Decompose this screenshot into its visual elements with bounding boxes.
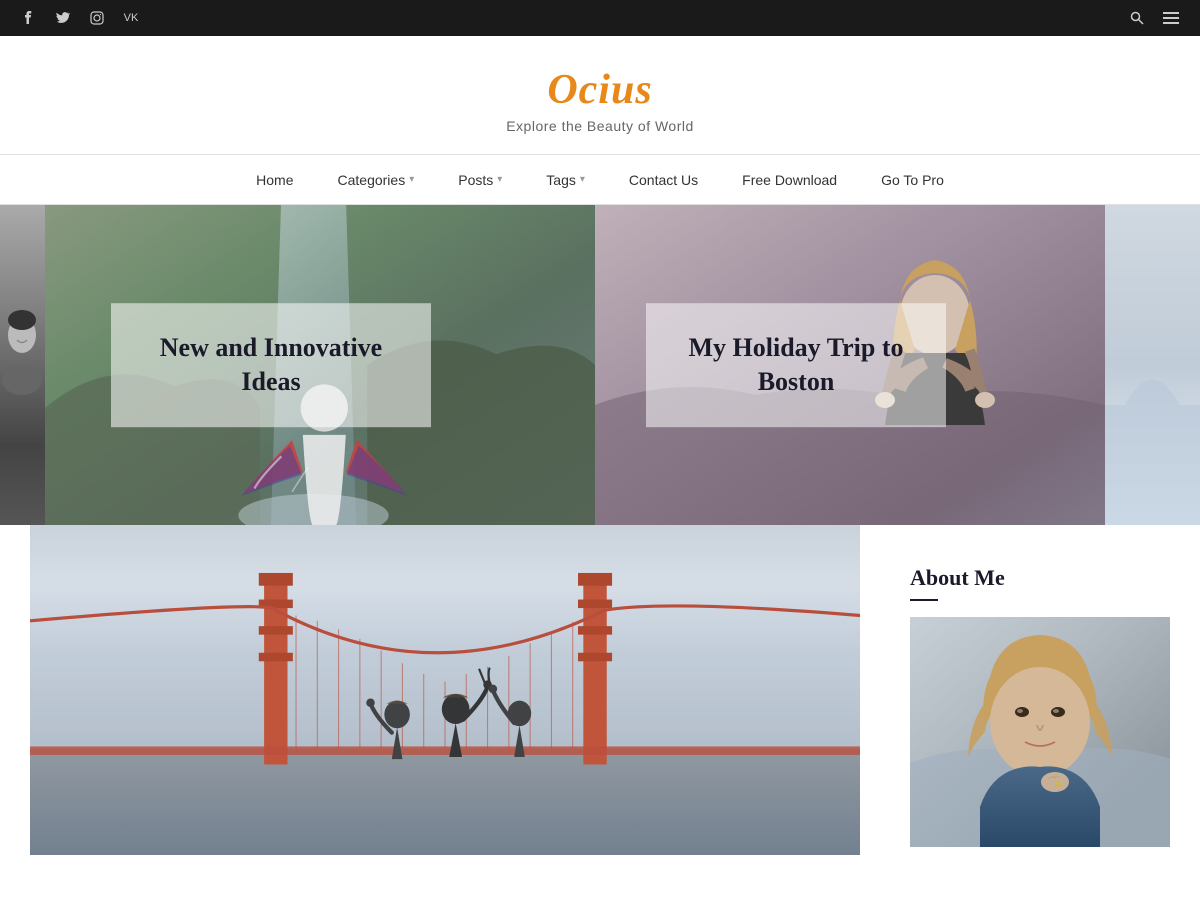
hero-far-right-panel — [1105, 205, 1200, 525]
main-nav: Home Categories ▾ Posts ▾ Tags ▾ Contact… — [0, 155, 1200, 205]
menu-icon[interactable] — [1162, 9, 1180, 27]
hero-right-panel[interactable]: My Holiday Trip to Boston — [595, 205, 1105, 525]
chevron-down-icon: ▾ — [580, 174, 585, 185]
about-me-underline — [910, 599, 938, 601]
nav-item-free-download: Free Download — [720, 155, 859, 205]
twitter-icon[interactable] — [54, 9, 72, 27]
hero-section: New and Innovative Ideas — [0, 205, 1200, 525]
top-bar: VK — [0, 0, 1200, 36]
hero-slide-1-title: New and Innovative Ideas — [149, 331, 393, 399]
about-me-title: About Me — [910, 555, 1170, 591]
hero-left-panel — [0, 205, 45, 525]
sidebar: About Me — [890, 525, 1200, 895]
search-icon[interactable] — [1128, 9, 1146, 27]
nav-link-go-to-pro[interactable]: Go To Pro — [859, 155, 966, 205]
hero-slide-2-title: My Holiday Trip to Boston — [684, 331, 908, 399]
about-me-image — [910, 617, 1170, 847]
nav-item-categories: Categories ▾ — [316, 155, 437, 205]
site-tagline: Explore the Beauty of World — [20, 118, 1180, 134]
nav-link-posts[interactable]: Posts ▾ — [436, 155, 524, 205]
nav-list: Home Categories ▾ Posts ▾ Tags ▾ Contact… — [234, 155, 966, 205]
nav-link-home[interactable]: Home — [234, 155, 315, 205]
featured-bridge-image — [30, 525, 860, 855]
nav-link-contact[interactable]: Contact Us — [607, 155, 720, 205]
nav-link-tags[interactable]: Tags ▾ — [524, 155, 607, 205]
featured-image[interactable] — [30, 525, 860, 855]
chevron-down-icon: ▾ — [497, 174, 502, 185]
site-header: Ocius Explore the Beauty of World — [0, 36, 1200, 155]
chevron-down-icon: ▾ — [409, 174, 414, 185]
vk-icon[interactable]: VK — [122, 9, 140, 27]
hero-left-image — [0, 205, 45, 525]
nav-item-posts: Posts ▾ — [436, 155, 524, 205]
top-bar-actions — [1128, 9, 1180, 27]
hero-center-panel[interactable]: New and Innovative Ideas — [45, 205, 595, 525]
main-content: About Me — [0, 525, 1200, 895]
hero-slide-1-text-box[interactable]: New and Innovative Ideas — [111, 303, 431, 427]
nav-item-contact: Contact Us — [607, 155, 720, 205]
nav-item-tags: Tags ▾ — [524, 155, 607, 205]
nav-item-go-to-pro: Go To Pro — [859, 155, 966, 205]
about-me-photo — [910, 617, 1170, 847]
nav-link-free-download[interactable]: Free Download — [720, 155, 859, 205]
facebook-icon[interactable] — [20, 9, 38, 27]
hero-slide-2-text-box[interactable]: My Holiday Trip to Boston — [646, 303, 946, 427]
nav-link-categories[interactable]: Categories ▾ — [316, 155, 437, 205]
social-links: VK — [20, 9, 140, 27]
hero-far-right-image — [1105, 205, 1200, 525]
site-title[interactable]: Ocius — [20, 66, 1180, 114]
content-left — [0, 525, 890, 895]
instagram-icon[interactable] — [88, 9, 106, 27]
nav-item-home: Home — [234, 155, 315, 205]
